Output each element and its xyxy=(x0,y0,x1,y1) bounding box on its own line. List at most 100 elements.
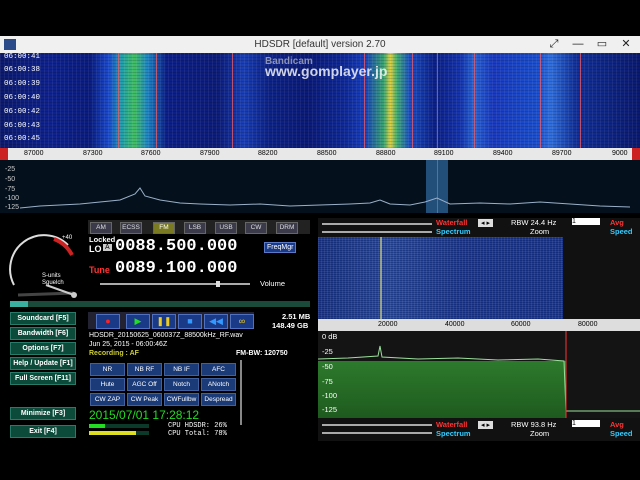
rbw-label: RBW 24.4 Hz xyxy=(511,218,557,227)
rbw-select[interactable]: 1 xyxy=(572,218,600,225)
spectrum-trace xyxy=(19,187,631,209)
af-spectrum-trace xyxy=(318,331,640,418)
pause-icon[interactable]: ❚❚ xyxy=(152,314,176,329)
volume-label: Volume xyxy=(260,279,286,288)
mode-fm-button[interactable]: FM xyxy=(153,222,175,234)
despread-button[interactable]: Despread xyxy=(201,393,236,406)
af-spectrum[interactable]: 0 dB -25 -50 -75 -100 -125 xyxy=(318,331,640,418)
play-icon[interactable]: ▶ xyxy=(126,314,150,329)
scale-label: 89700 xyxy=(552,150,572,157)
nr-button[interactable]: NR xyxy=(90,363,125,376)
tune-frequency[interactable]: 0089.100.000 xyxy=(115,259,237,278)
waterfall-label-2: Waterfall xyxy=(436,420,468,429)
mute-button[interactable]: Hute xyxy=(90,378,125,391)
time-label: 06:00:39 xyxy=(4,80,41,88)
recording-status: Recording : AF xyxy=(89,350,139,357)
minimize-button[interactable]: Minimize [F3] xyxy=(10,407,76,420)
close-window-button[interactable]: ✕ xyxy=(616,36,636,53)
rbw-label-2: RBW 93.8 Hz xyxy=(511,420,557,429)
recording-size: 2.51 MB xyxy=(282,312,311,321)
locked-label: Locked xyxy=(89,235,116,244)
nb-rf-button[interactable]: NB RF xyxy=(127,363,162,376)
af-controls-bottom: Waterfall Spectrum ◂ ▸ RBW 93.8 Hz 1 Avg… xyxy=(318,418,640,441)
cpu-total-bar xyxy=(89,431,149,435)
time-label: 06:00:40 xyxy=(4,94,41,102)
scroll-left-icon[interactable] xyxy=(0,148,8,160)
mode-cw-button[interactable]: CW xyxy=(245,222,267,234)
afc-button[interactable]: AFC xyxy=(201,363,236,376)
waterfall-label: Waterfall xyxy=(436,218,468,227)
minimize-window-button[interactable]: — xyxy=(568,36,588,53)
signal-bar xyxy=(10,301,310,307)
rbw-select-2[interactable]: 1 xyxy=(572,420,600,427)
scale-label: 87600 xyxy=(141,150,161,157)
af-db-label: -50 xyxy=(322,362,333,371)
soundcard-button[interactable]: Soundcard [F5] xyxy=(10,312,76,325)
main-spectrum[interactable]: -25 -50 -75 -100 -125 xyxy=(0,160,640,213)
cw-fullbw-button[interactable]: CWFullbw xyxy=(164,393,199,406)
db-label: -50 xyxy=(5,176,16,183)
rewind-icon[interactable]: ◀◀ xyxy=(204,314,228,329)
fm-bandwidth: FM-BW: 120750 xyxy=(236,350,288,357)
wf-stepper-2[interactable]: ◂ ▸ xyxy=(478,421,493,429)
af-controls-top: Waterfall Spectrum ◂ ▸ RBW 24.4 Hz 1 Avg… xyxy=(318,218,640,237)
af-scale-label: 60000 xyxy=(511,321,531,328)
af-db-label: -125 xyxy=(322,405,338,414)
frequency-scale[interactable]: 87000 87300 87600 87900 88200 88500 8880… xyxy=(0,148,640,160)
scale-label: 89100 xyxy=(434,150,454,157)
freqmgr-button[interactable]: FreqMgr xyxy=(264,242,297,253)
spec-level-slider[interactable] xyxy=(322,231,432,233)
zoom-label: Zoom xyxy=(530,227,550,236)
nb-if-button[interactable]: NB IF xyxy=(164,363,199,376)
agc-button[interactable]: AGC Off xyxy=(127,378,162,391)
watermark-url: www.gomplayer.jp xyxy=(265,63,388,79)
lo-frequency[interactable]: 0088.500.000 xyxy=(115,237,237,256)
record-icon[interactable]: ● xyxy=(96,314,120,329)
smeter-label: S-units xyxy=(42,273,61,279)
wf-level-slider-2[interactable] xyxy=(322,424,432,426)
af-scale-label: 20000 xyxy=(378,321,398,328)
restore-window-button[interactable]: ▭ xyxy=(592,36,612,53)
fm-bw-slider[interactable] xyxy=(240,360,242,425)
bandwidth-button[interactable]: Bandwidth [F6] xyxy=(10,327,76,340)
mode-am-button[interactable]: AM xyxy=(90,222,112,234)
time-label: 06:00:38 xyxy=(4,66,41,74)
af-scale: 20000 40000 60000 80000 xyxy=(318,319,640,331)
speed-label: Speed xyxy=(610,227,633,236)
loop-icon[interactable]: ∞ xyxy=(230,314,254,329)
scale-label: 9000 xyxy=(612,150,628,157)
volume-slider[interactable] xyxy=(100,283,250,285)
mode-lsb-button[interactable]: LSB xyxy=(184,222,206,234)
mode-drm-button[interactable]: DRM xyxy=(276,222,298,234)
db-label: -75 xyxy=(5,186,16,193)
time-label: 06:00:43 xyxy=(4,122,41,130)
app-icon xyxy=(4,39,16,50)
notch-button[interactable]: Notch xyxy=(164,378,199,391)
af-waterfall[interactable] xyxy=(318,237,640,319)
wf-level-slider[interactable] xyxy=(322,223,432,225)
af-db-label: -75 xyxy=(322,377,333,386)
scale-label: 88500 xyxy=(317,150,337,157)
main-waterfall[interactable]: Bandicam www.gomplayer.jp 06:00:41 06:00… xyxy=(0,53,640,148)
db-label: -125 xyxy=(5,204,20,211)
wf-stepper[interactable]: ◂ ▸ xyxy=(478,219,493,227)
mode-ecss-button[interactable]: ECSS xyxy=(120,222,142,234)
control-panel: +40 S-units Squelch AM ECSS FM LSB USB C… xyxy=(0,213,318,441)
fullscreen-button[interactable]: Full Screen [F11] xyxy=(10,372,76,385)
scale-label: 87300 xyxy=(83,150,103,157)
anotch-button[interactable]: ANotch xyxy=(201,378,236,391)
exit-button[interactable]: Exit [F4] xyxy=(10,425,76,438)
scroll-right-icon[interactable] xyxy=(632,148,640,160)
mode-usb-button[interactable]: USB xyxy=(215,222,237,234)
stop-icon[interactable]: ■ xyxy=(178,314,202,329)
cw-zap-button[interactable]: CW ZAP xyxy=(90,393,125,406)
lo-a-button[interactable]: A xyxy=(103,244,112,251)
expand-icon[interactable]: ⤢ xyxy=(544,36,564,53)
help-button[interactable]: Help / Update [F1] xyxy=(10,357,76,370)
spec-level-slider-2[interactable] xyxy=(322,432,432,434)
options-button[interactable]: Options [F7] xyxy=(10,342,76,355)
cw-peak-button[interactable]: CW Peak xyxy=(127,393,162,406)
disk-free: 148.49 GB xyxy=(272,321,309,330)
avg-label-2: Avg xyxy=(610,420,624,429)
clock: 2015/07/01 17:28:12 xyxy=(89,408,200,422)
